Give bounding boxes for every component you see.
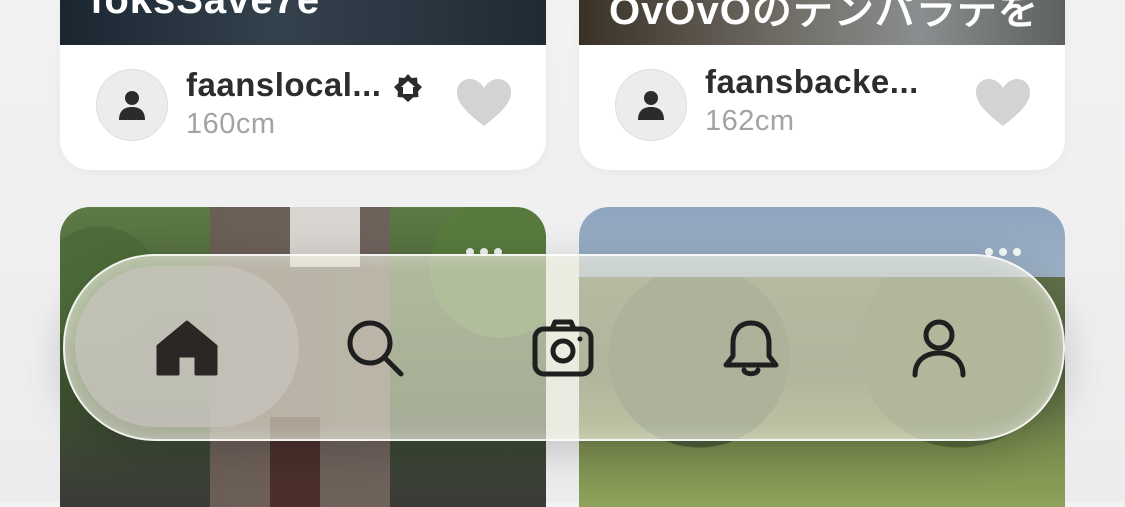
height-text: 160cm — [186, 108, 276, 140]
post-card-1[interactable]: foksSave7e faanslocal... 160cm — [60, 0, 546, 170]
thumbnail-caption: OvOvOのテンパラテを — [609, 0, 1039, 33]
person-icon — [912, 319, 966, 378]
bell-icon — [723, 320, 779, 377]
bottom-tab-bar — [63, 254, 1065, 441]
avatar[interactable] — [96, 69, 168, 141]
tab-home[interactable] — [151, 312, 223, 384]
search-icon — [347, 320, 404, 377]
tab-camera[interactable] — [527, 312, 599, 384]
post-card-2[interactable]: OvOvOのテンパラテを faansbacke... 162cm — [579, 0, 1065, 170]
tab-profile[interactable] — [903, 312, 975, 384]
verified-badge-icon — [394, 74, 422, 102]
tab-notifications[interactable] — [715, 312, 787, 384]
home-icon — [156, 320, 218, 376]
person-icon — [119, 91, 145, 120]
height-text: 162cm — [705, 105, 795, 137]
post-thumbnail[interactable]: OvOvOのテンパラテを — [579, 0, 1065, 45]
tab-search[interactable] — [339, 312, 411, 384]
camera-icon — [532, 319, 594, 377]
username[interactable]: faanslocal... — [186, 66, 381, 104]
heart-icon[interactable] — [975, 78, 1031, 128]
username[interactable]: faansbacke... — [705, 63, 919, 101]
avatar[interactable] — [615, 69, 687, 141]
post-thumbnail[interactable]: foksSave7e — [60, 0, 546, 45]
heart-icon[interactable] — [456, 78, 512, 128]
thumbnail-caption: foksSave7e — [90, 0, 321, 22]
person-icon — [638, 91, 664, 120]
